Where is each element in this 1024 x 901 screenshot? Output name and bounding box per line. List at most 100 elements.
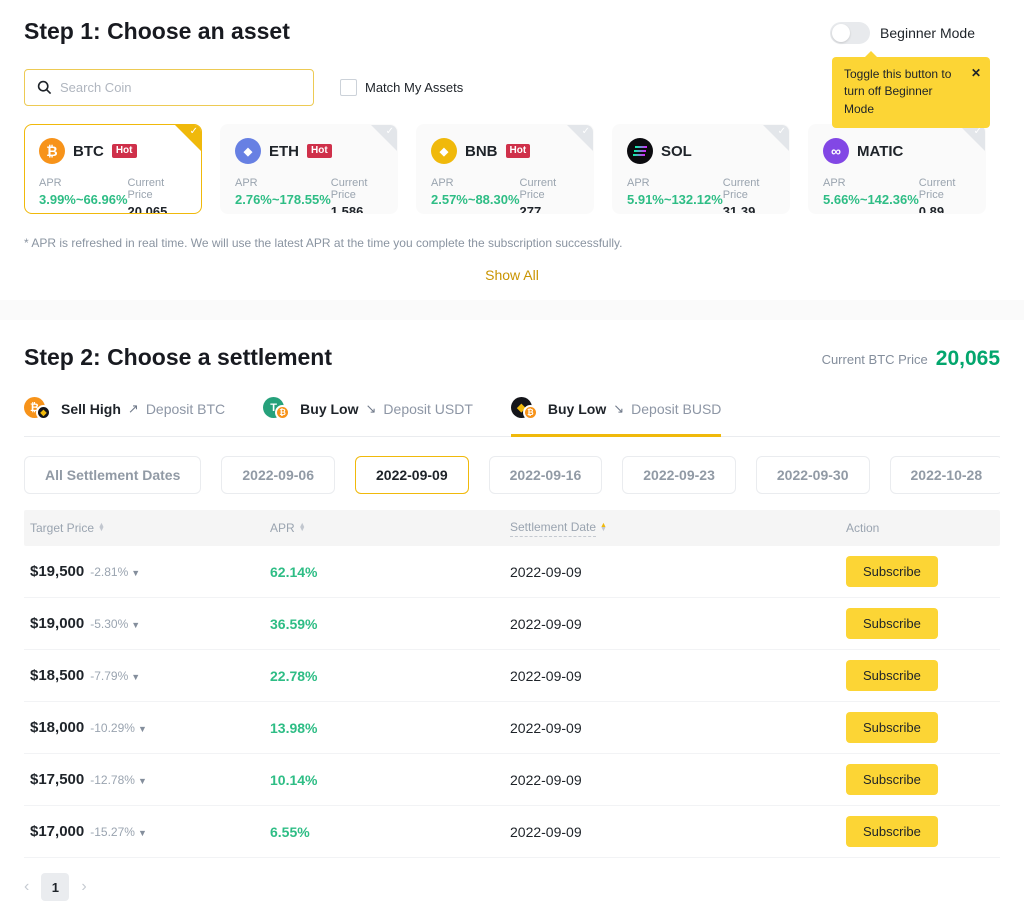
apr-label: APR — [235, 177, 331, 189]
target-price-cell[interactable]: $17,000-15.27%▼ — [24, 823, 264, 840]
check-icon: ✓ — [386, 126, 394, 137]
target-price-cell[interactable]: $18,000-10.29%▼ — [24, 719, 264, 736]
step1-title: Step 1: Choose an asset — [24, 18, 290, 45]
subscribe-button[interactable]: Subscribe — [846, 816, 938, 847]
date-filter[interactable]: 2022-09-23 — [622, 456, 736, 494]
apr-cell: 13.98% — [264, 720, 504, 736]
subscribe-button[interactable]: Subscribe — [846, 660, 938, 691]
caret-down-icon[interactable]: ▼ — [131, 672, 140, 682]
apr-cell: 36.59% — [264, 616, 504, 632]
table-row: $19,500-2.81%▼ 62.14% 2022-09-09 Subscri… — [24, 546, 1000, 598]
eth-icon: ◆ — [235, 138, 261, 164]
date-filter-all[interactable]: All Settlement Dates — [24, 456, 201, 494]
tab-buy-low-deposit-usdt[interactable]: T ₿ Buy Low ↘ Deposit USDT — [263, 397, 473, 436]
date-filter[interactable]: 2022-10-28 — [890, 456, 1001, 494]
header-label: Target Price — [30, 521, 94, 535]
usdt-btc-pair-icon: T ₿ — [263, 397, 293, 421]
asset-card-matic[interactable]: ✓ ∞ MATIC APR5.66%~142.36% Current Price… — [808, 124, 986, 214]
header-target-price[interactable]: Target Price ▲▼ — [24, 521, 264, 535]
asset-card-btc[interactable]: ✓ ₿ BTC Hot APR3.99%~66.96% Current Pric… — [24, 124, 202, 214]
search-coin-box[interactable] — [24, 69, 314, 106]
asset-card-sol[interactable]: ✓ SOL APR5.91%~132.12% Current Price31.3… — [612, 124, 790, 214]
coin-name: ETH — [269, 143, 299, 160]
header-label: APR — [270, 521, 295, 535]
beginner-mode-tooltip: Toggle this button to turn off Beginner … — [832, 57, 990, 128]
check-icon: ✓ — [778, 126, 786, 137]
asset-cards: ✓ ₿ BTC Hot APR3.99%~66.96% Current Pric… — [24, 124, 1000, 214]
date-filter[interactable]: 2022-09-16 — [489, 456, 603, 494]
apr-label: APR — [431, 177, 520, 189]
asset-card-bnb[interactable]: ✓ ◆ BNB Hot APR2.57%~88.30% Current Pric… — [416, 124, 594, 214]
target-price-cell[interactable]: $19,500-2.81%▼ — [24, 563, 264, 580]
close-icon[interactable]: ✕ — [971, 65, 981, 82]
settlement-tabs: ₿ ◆ Sell High ↗ Deposit BTC T ₿ Buy Low … — [24, 397, 1000, 437]
step1-section: Step 1: Choose an asset Beginner Mode To… — [0, 0, 1024, 283]
btc-busd-pair-icon: ₿ ◆ — [24, 397, 54, 421]
apr-label: APR — [627, 177, 723, 189]
target-price-cell[interactable]: $19,000-5.30%▼ — [24, 615, 264, 632]
price-label: Current Price — [331, 177, 383, 201]
settlement-table: Target Price ▲▼ APR ▲▼ Settlement Date ▲… — [24, 510, 1000, 858]
tab-sell-high-deposit-btc[interactable]: ₿ ◆ Sell High ↗ Deposit BTC — [24, 397, 225, 436]
page-1-button[interactable]: 1 — [41, 873, 69, 901]
header-apr[interactable]: APR ▲▼ — [264, 521, 504, 535]
subscribe-button[interactable]: Subscribe — [846, 764, 938, 795]
asset-card-eth[interactable]: ✓ ◆ ETH Hot APR 2.76%~178.55% Current Pri… — [220, 124, 398, 214]
target-price-cell[interactable]: $17,500-12.78%▼ — [24, 771, 264, 788]
header-label: Action — [846, 521, 879, 535]
show-all-button[interactable]: Show All — [24, 267, 1000, 283]
date-filter[interactable]: 2022-09-30 — [756, 456, 870, 494]
toggle-knob — [832, 24, 850, 42]
busd-btc-pair-icon: ◆ ₿ — [511, 397, 541, 421]
caret-down-icon[interactable]: ▼ — [131, 568, 140, 578]
btc-icon: ₿ — [39, 138, 65, 164]
sort-icon[interactable]: ▲▼ — [299, 524, 306, 532]
subscribe-button[interactable]: Subscribe — [846, 556, 938, 587]
caret-down-icon[interactable]: ▼ — [138, 776, 147, 786]
tab-action-label: Buy Low — [548, 401, 606, 417]
next-page-icon[interactable]: › — [81, 878, 86, 896]
search-input[interactable] — [60, 80, 301, 95]
settlement-date-cell: 2022-09-09 — [504, 720, 840, 736]
pagination: ‹ 1 › — [24, 873, 1000, 901]
beginner-mode-toggle[interactable] — [830, 22, 870, 44]
step2-section: Step 2: Choose a settlement Current BTC … — [0, 320, 1024, 901]
caret-down-icon[interactable]: ▼ — [138, 828, 147, 838]
price-value: 0.89 — [919, 204, 971, 214]
date-filter[interactable]: 2022-09-06 — [221, 456, 335, 494]
subscribe-button[interactable]: Subscribe — [846, 712, 938, 743]
caret-down-icon[interactable]: ▼ — [131, 620, 140, 630]
settlement-date-cell: 2022-09-09 — [504, 668, 840, 684]
table-row: $17,000-15.27%▼ 6.55% 2022-09-09 Subscri… — [24, 806, 1000, 858]
header-action: Action — [840, 521, 1000, 535]
match-my-assets-checkbox[interactable] — [340, 79, 357, 96]
prev-page-icon[interactable]: ‹ — [24, 878, 29, 896]
arrow-up-right-icon: ↗ — [128, 401, 139, 417]
check-icon: ✓ — [582, 126, 590, 137]
date-filter-selected[interactable]: 2022-09-09 — [355, 456, 469, 494]
header-settlement-date[interactable]: Settlement Date ▲▼ — [504, 520, 840, 537]
current-btc-price-value: 20,065 — [936, 347, 1000, 371]
bnb-icon: ◆ — [431, 138, 457, 164]
beginner-mode-control: Beginner Mode — [830, 22, 975, 44]
date-filter-row: All Settlement Dates 2022-09-06 2022-09-… — [24, 456, 1000, 494]
subscribe-button[interactable]: Subscribe — [846, 608, 938, 639]
tab-buy-low-deposit-busd[interactable]: ◆ ₿ Buy Low ↘ Deposit BUSD — [511, 397, 722, 436]
table-header: Target Price ▲▼ APR ▲▼ Settlement Date ▲… — [24, 510, 1000, 546]
caret-down-icon[interactable]: ▼ — [138, 724, 147, 734]
match-my-assets[interactable]: Match My Assets — [340, 79, 463, 96]
price-label: Current Price — [520, 177, 579, 201]
sort-icon-active-asc[interactable]: ▲▼ — [600, 524, 607, 532]
tab-deposit-label: Deposit USDT — [383, 401, 472, 417]
tab-action-label: Buy Low — [300, 401, 358, 417]
price-label: Current Price — [128, 177, 187, 201]
hot-badge: Hot — [307, 144, 332, 158]
apr-value: 2.76%~178.55% — [235, 192, 331, 207]
table-row: $18,500-7.79%▼ 22.78% 2022-09-09 Subscri… — [24, 650, 1000, 702]
apr-footnote: * APR is refreshed in real time. We will… — [24, 236, 1000, 250]
section-divider — [0, 300, 1024, 320]
tooltip-text: Toggle this button to turn off Beginner … — [844, 66, 980, 118]
sort-icon[interactable]: ▲▼ — [98, 524, 105, 532]
target-price-cell[interactable]: $18,500-7.79%▼ — [24, 667, 264, 684]
tooltip-arrow — [864, 51, 878, 58]
